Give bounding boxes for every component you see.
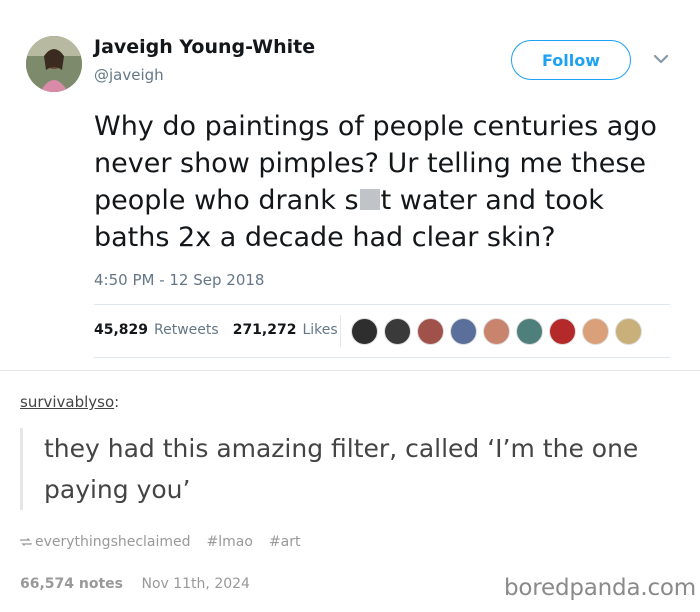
tweet-text: Why do paintings of people centuries ago… bbox=[94, 108, 664, 256]
author-name[interactable]: Javeigh Young-White bbox=[94, 36, 315, 58]
reblog-source[interactable]: everythingsheclaimed bbox=[20, 534, 191, 550]
divider bbox=[340, 315, 341, 347]
tag-link[interactable]: #lmao bbox=[207, 534, 253, 550]
notes-count[interactable]: 66,574 notes bbox=[20, 576, 123, 592]
follow-button[interactable]: Follow bbox=[511, 40, 631, 80]
liker-avatar[interactable] bbox=[582, 317, 609, 345]
liker-avatar[interactable] bbox=[615, 317, 642, 345]
embedded-tweet: Javeigh Young-White @javeigh Follow Why … bbox=[0, 0, 700, 372]
liker-avatar[interactable] bbox=[483, 317, 510, 345]
reblog-icon bbox=[20, 538, 32, 546]
chevron-down-icon[interactable] bbox=[652, 52, 670, 66]
tweet-stats: 45,829 Retweets 271,272 Likes bbox=[94, 322, 346, 338]
watermark: boredpanda.com bbox=[504, 575, 696, 601]
tumblr-username: survivablyso: bbox=[20, 393, 119, 411]
post-tags: everythingsheclaimed #lmao #art bbox=[20, 534, 301, 550]
censor-block bbox=[359, 189, 380, 210]
author-avatar-image bbox=[26, 36, 82, 92]
divider bbox=[94, 357, 670, 358]
liker-avatar[interactable] bbox=[549, 317, 576, 345]
likes-count[interactable]: 271,272 bbox=[233, 322, 297, 338]
username-colon: : bbox=[114, 393, 120, 411]
quote-bar bbox=[20, 428, 23, 510]
likes-label[interactable]: Likes bbox=[302, 322, 337, 338]
post-footer: 66,574 notes Nov 11th, 2024 bbox=[20, 576, 250, 592]
tag-link[interactable]: #art bbox=[269, 534, 301, 550]
author-avatar[interactable] bbox=[26, 36, 82, 92]
liker-avatar[interactable] bbox=[351, 317, 378, 345]
liker-avatar[interactable] bbox=[450, 317, 477, 345]
retweets-label[interactable]: Retweets bbox=[154, 322, 219, 338]
tumblr-username-link[interactable]: survivablyso bbox=[20, 393, 114, 411]
retweets-count[interactable]: 45,829 bbox=[94, 322, 148, 338]
divider bbox=[94, 304, 670, 305]
liker-avatar[interactable] bbox=[417, 317, 444, 345]
reblog-source-label: everythingsheclaimed bbox=[35, 534, 191, 550]
liker-avatar[interactable] bbox=[384, 317, 411, 345]
liker-avatars bbox=[340, 314, 648, 348]
divider bbox=[0, 370, 700, 371]
tweet-timestamp[interactable]: 4:50 PM - 12 Sep 2018 bbox=[94, 271, 264, 289]
tumblr-reply: they had this amazing filter, called ‘I’… bbox=[44, 434, 639, 504]
post-date[interactable]: Nov 11th, 2024 bbox=[141, 576, 249, 592]
author-handle[interactable]: @javeigh bbox=[94, 66, 164, 84]
liker-avatar[interactable] bbox=[516, 317, 543, 345]
